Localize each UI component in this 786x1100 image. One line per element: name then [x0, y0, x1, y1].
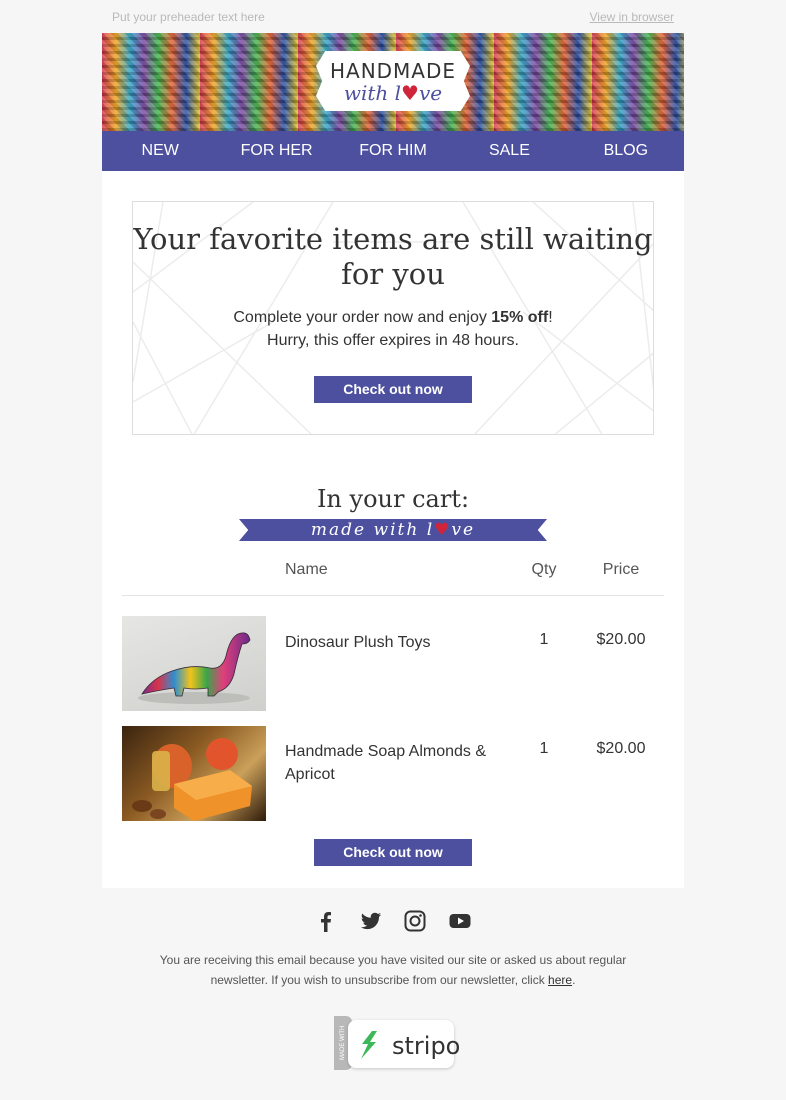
- nav-item-blog[interactable]: BLOG: [568, 131, 684, 171]
- ribbon-banner: made with l♥ve: [239, 519, 547, 541]
- youtube-icon[interactable]: [449, 910, 471, 932]
- footer-text: You are receiving this email because you…: [140, 950, 646, 990]
- product-qty: 1: [539, 739, 549, 757]
- product-price: $20.00: [596, 630, 646, 648]
- preheader-text: Put your preheader text here: [112, 10, 265, 24]
- header-name: Name: [285, 561, 328, 578]
- stripo-logo-icon: [361, 1031, 377, 1059]
- social-links: [0, 910, 786, 932]
- heart-icon: ♥: [434, 520, 452, 540]
- main-content: Your favorite items are still waiting fo…: [102, 171, 684, 888]
- product-name[interactable]: Handmade Soap Almonds & Apricot: [285, 711, 510, 821]
- unsubscribe-link[interactable]: here: [548, 973, 572, 987]
- soap-illustration: [132, 737, 252, 821]
- promo-text-prefix: Complete your order now and enjoy: [233, 309, 492, 326]
- promo-text: Complete your order now and enjoy 15% of…: [133, 306, 653, 352]
- nav-item-for-him[interactable]: FOR HIM: [335, 131, 451, 171]
- view-in-browser-link[interactable]: View in browser: [590, 10, 674, 24]
- table-row: Handmade Soap Almonds & Apricot 1 $20.00: [122, 711, 664, 821]
- promo-box: Your favorite items are still waiting fo…: [132, 201, 654, 435]
- promo-expiry: Hurry, this offer expires in 48 hours.: [267, 332, 519, 349]
- nav-item-sale[interactable]: SALE: [451, 131, 567, 171]
- footer-end: .: [572, 973, 576, 987]
- nav-bar: NEW FOR HER FOR HIM SALE BLOG: [102, 131, 684, 171]
- logo-line1: HANDMADE: [329, 59, 457, 83]
- dinosaur-plush-image[interactable]: [122, 615, 266, 711]
- checkout-button-top[interactable]: Check out now: [314, 376, 472, 403]
- logo-line2: with l♥ve: [343, 81, 443, 105]
- product-name[interactable]: Dinosaur Plush Toys: [285, 595, 510, 711]
- email-container: HANDMADE with l♥ve NEW FOR HER FOR HIM S…: [102, 33, 684, 888]
- soap-apricot-image[interactable]: [122, 725, 266, 821]
- promo-discount: 15% off: [491, 309, 549, 326]
- table-row: Dinosaur Plush Toys 1 $20.00: [122, 595, 664, 711]
- promo-text-suffix: !: [548, 309, 553, 326]
- facebook-icon[interactable]: [315, 910, 337, 932]
- badge-brand: stripo: [392, 1032, 461, 1060]
- product-price: $20.00: [596, 739, 646, 757]
- instagram-icon[interactable]: [404, 910, 426, 932]
- heart-icon: ♥: [401, 81, 419, 105]
- nav-item-new[interactable]: NEW: [102, 131, 218, 171]
- header-image: [122, 561, 285, 595]
- nav-item-for-her[interactable]: FOR HER: [218, 131, 334, 171]
- twitter-icon[interactable]: [360, 910, 382, 932]
- dinosaur-illustration: [138, 631, 251, 704]
- header-qty: Qty: [531, 561, 557, 578]
- checkout-button-bottom[interactable]: Check out now: [314, 838, 472, 866]
- product-image-cell: [122, 595, 285, 711]
- promo-heading: Your favorite items are still waiting fo…: [133, 222, 653, 291]
- logo[interactable]: HANDMADE with l♥ve: [316, 51, 470, 111]
- cart-title: In your cart:: [316, 485, 470, 513]
- cart-table: Name Qty Price Dinosaur Plush Toys 1 $20…: [122, 561, 664, 821]
- cart-header-row: Name Qty Price: [122, 561, 664, 595]
- product-image-cell: [122, 711, 285, 821]
- header-price: Price: [602, 561, 640, 578]
- header-banner: HANDMADE with l♥ve: [102, 33, 684, 131]
- badge-card: stripo: [348, 1020, 460, 1068]
- made-with-stripo-badge[interactable]: MADE WITH stripo: [334, 1016, 460, 1070]
- product-qty: 1: [539, 630, 549, 648]
